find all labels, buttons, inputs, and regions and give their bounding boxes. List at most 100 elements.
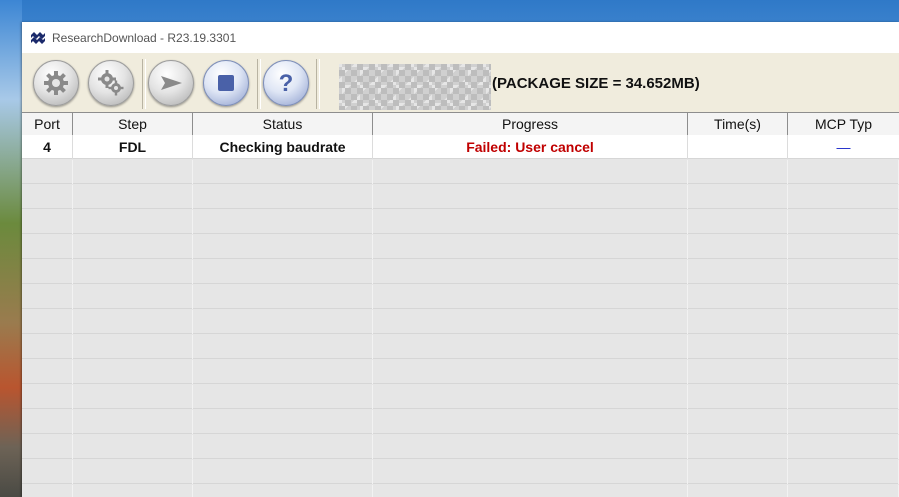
empty-cell [73,485,193,497]
stop-square-icon [218,75,234,91]
empty-row [22,485,899,497]
empty-cell [22,360,73,384]
empty-cell [373,485,688,497]
empty-cell [788,410,899,434]
empty-cell [22,410,73,434]
empty-row [22,435,899,459]
empty-cell [688,485,788,497]
empty-cell [373,310,688,334]
empty-cell [73,210,193,234]
empty-cell [193,485,373,497]
empty-cell [193,335,373,359]
table-row[interactable]: 4 FDL Checking baudrate Failed: User can… [22,135,899,159]
empty-cell [688,235,788,259]
port-status-grid[interactable]: Port Step Status Progress Time(s) MCP Ty… [22,112,899,497]
cell-step: FDL [73,135,193,159]
settings-button[interactable] [33,60,79,106]
empty-cell [73,360,193,384]
empty-cell [688,260,788,284]
empty-cell [788,360,899,384]
empty-cell [373,360,688,384]
empty-cell [373,160,688,184]
column-header-status[interactable]: Status [193,113,373,135]
empty-cell [788,310,899,334]
empty-cell [193,260,373,284]
gear-icon [44,71,68,95]
app-window: ResearchDownload - R23.19.3301 ? (PACKAG… [22,22,899,497]
empty-cell [193,460,373,484]
empty-cell [788,335,899,359]
toolbar-separator [142,59,146,109]
empty-cell [22,160,73,184]
empty-row [22,310,899,334]
empty-row [22,210,899,234]
empty-cell [22,435,73,459]
empty-cell [373,260,688,284]
empty-cell [193,185,373,209]
cell-progress: Failed: User cancel [373,135,688,159]
empty-cell [373,435,688,459]
play-arrow-icon [161,76,182,90]
empty-cell [22,335,73,359]
empty-cell [22,260,73,284]
empty-cell [73,335,193,359]
cell-status: Checking baudrate [193,135,373,159]
empty-row [22,410,899,434]
empty-cell [788,435,899,459]
column-header-step[interactable]: Step [73,113,193,135]
empty-cell [688,335,788,359]
svg-text:?: ? [279,70,294,97]
empty-cell [193,410,373,434]
empty-cell [73,160,193,184]
advanced-settings-button[interactable] [88,60,134,106]
empty-row [22,160,899,184]
empty-cell [788,185,899,209]
empty-cell [193,310,373,334]
stop-button[interactable] [203,60,249,106]
column-header-progress[interactable]: Progress [373,113,688,135]
column-header-time[interactable]: Time(s) [688,113,788,135]
empty-row [22,460,899,484]
toolbar-separator [316,59,320,109]
empty-cell [73,410,193,434]
title-bar: ResearchDownload - R23.19.3301 [22,22,899,53]
package-size-label: (PACKAGE SIZE = 34.652MB) [492,75,700,92]
empty-row [22,285,899,309]
empty-cell [788,260,899,284]
empty-cell [373,460,688,484]
empty-row [22,335,899,359]
empty-cell [788,460,899,484]
help-button[interactable]: ? [263,60,309,106]
empty-row [22,385,899,409]
empty-cell [373,185,688,209]
empty-cell [22,285,73,309]
empty-cell [788,385,899,409]
empty-cell [373,285,688,309]
grid-header: Port Step Status Progress Time(s) MCP Ty… [22,112,899,136]
empty-cell [22,310,73,334]
empty-cell [22,185,73,209]
empty-cell [373,335,688,359]
empty-cell [73,260,193,284]
cell-port: 4 [22,135,73,159]
empty-cell [73,385,193,409]
empty-cell [688,185,788,209]
empty-cell [788,235,899,259]
empty-row [22,235,899,259]
empty-cell [788,210,899,234]
empty-cell [73,460,193,484]
start-button[interactable] [148,60,194,106]
empty-cell [688,385,788,409]
column-header-port[interactable]: Port [22,113,73,135]
empty-cell [193,285,373,309]
empty-cell [73,235,193,259]
empty-cell [688,285,788,309]
column-header-mcp-type[interactable]: MCP Typ [788,113,899,135]
empty-cell [688,360,788,384]
empty-cell [688,435,788,459]
empty-cell [22,460,73,484]
empty-cell [373,210,688,234]
empty-cell [788,160,899,184]
empty-cell [193,210,373,234]
toolbar-separator [257,59,261,109]
